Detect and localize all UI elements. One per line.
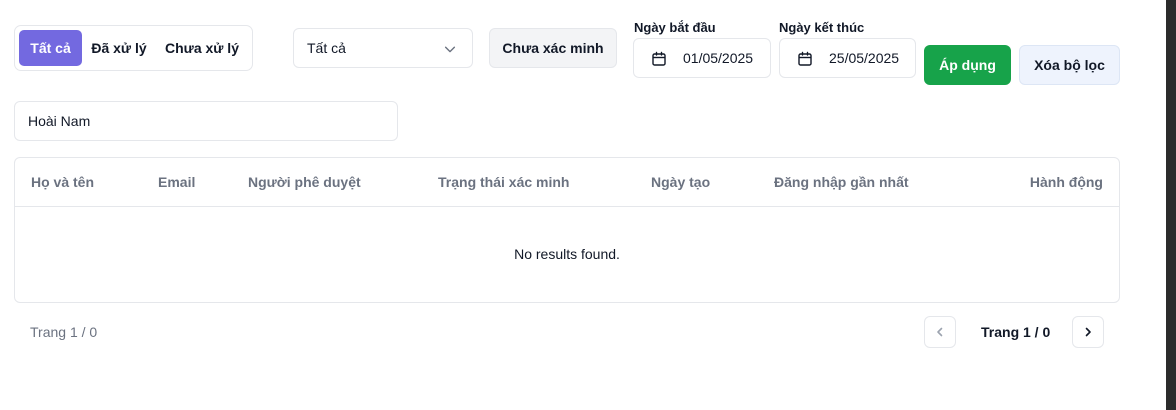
status-select[interactable]: Tất cả xyxy=(293,28,473,68)
users-table: Họ và tên Email Người phê duyệt Trạng th… xyxy=(14,157,1120,303)
page-indicator-text: Trang 1 / 0 xyxy=(30,324,98,340)
current-page-text: Trang 1 / 0 xyxy=(981,324,1051,340)
start-date-label: Ngày bắt đầu xyxy=(634,20,716,35)
apply-button[interactable]: Áp dụng xyxy=(924,45,1011,85)
chevron-left-icon xyxy=(937,327,943,337)
chevron-right-icon xyxy=(1085,327,1091,337)
column-header-created-date: Ngày tạo xyxy=(651,174,711,190)
start-date-value: 01/05/2025 xyxy=(683,50,754,66)
end-date-value: 25/05/2025 xyxy=(829,50,900,66)
column-header-name: Họ và tên xyxy=(31,174,95,190)
tab-all[interactable]: Tất cả xyxy=(19,30,82,66)
chevron-down-icon xyxy=(444,46,456,53)
column-header-email: Email xyxy=(158,174,196,190)
calendar-icon xyxy=(798,51,812,66)
clear-filters-button[interactable]: Xóa bộ lọc xyxy=(1019,45,1120,85)
start-date-picker[interactable]: 01/05/2025 xyxy=(633,38,771,78)
end-date-label: Ngày kết thúc xyxy=(779,20,865,35)
column-header-actions: Hành động xyxy=(1029,174,1103,190)
column-header-approver: Người phê duyệt xyxy=(248,174,361,190)
empty-state-text: No results found. xyxy=(514,246,620,262)
end-date-picker[interactable]: 25/05/2025 xyxy=(779,38,916,78)
next-page-button[interactable] xyxy=(1072,316,1104,348)
status-select-value: Tất cả xyxy=(307,40,346,56)
previous-page-button[interactable] xyxy=(924,316,956,348)
calendar-icon xyxy=(652,51,666,66)
search-input[interactable] xyxy=(14,101,398,141)
column-header-last-login: Đăng nhập gần nhất xyxy=(774,174,909,190)
status-segmented-control: Tất cả Đã xử lý Chưa xử lý xyxy=(14,25,253,71)
tab-processed[interactable]: Đã xử lý xyxy=(85,30,153,66)
column-header-verification-status: Trạng thái xác minh xyxy=(438,174,570,190)
table-header: Họ và tên Email Người phê duyệt Trạng th… xyxy=(15,158,1119,207)
tab-unprocessed[interactable]: Chưa xử lý xyxy=(161,30,243,66)
unverified-button[interactable]: Chưa xác minh xyxy=(489,28,617,68)
window-edge xyxy=(1166,0,1176,410)
